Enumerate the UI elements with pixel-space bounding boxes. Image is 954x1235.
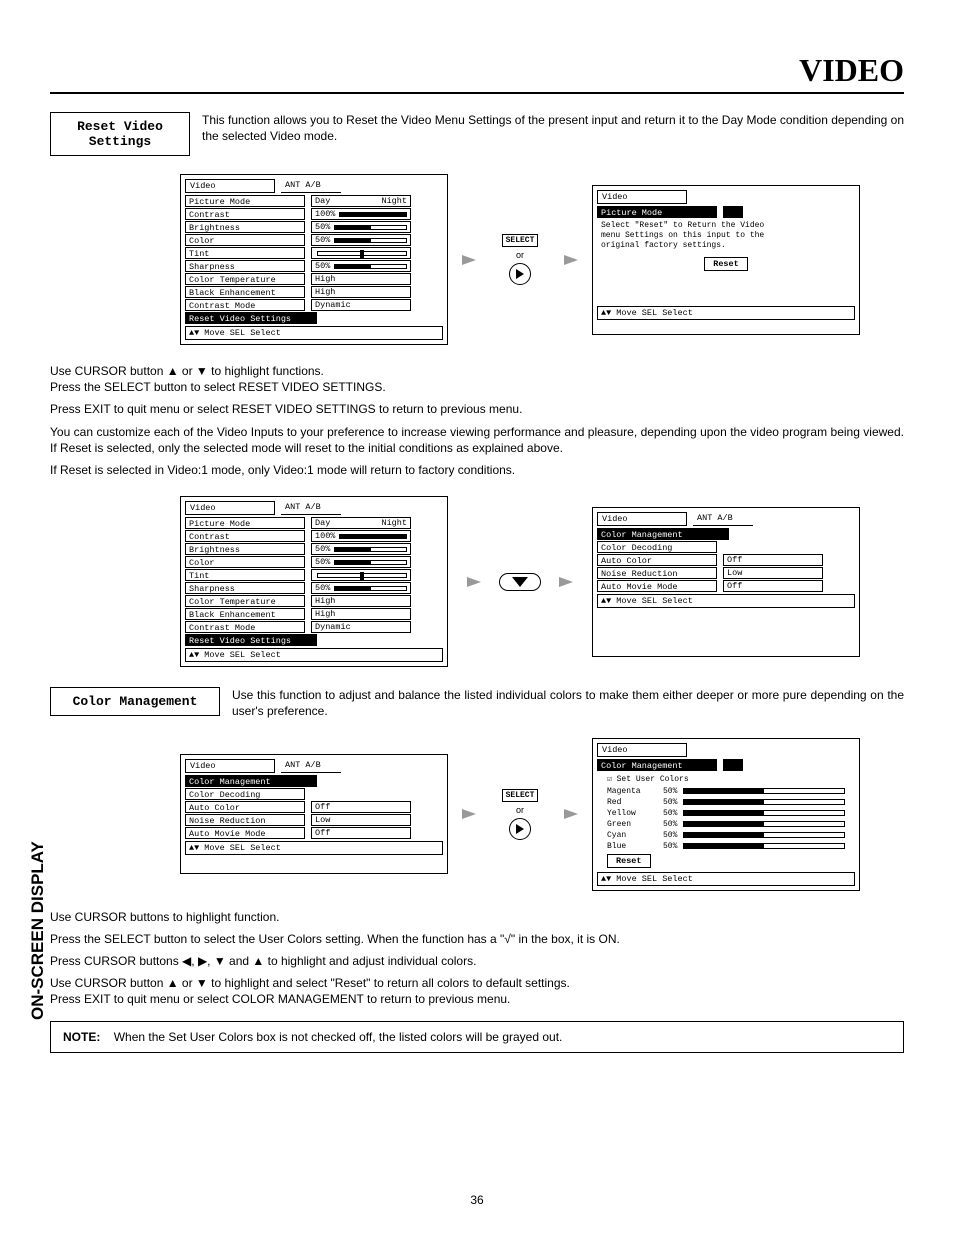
brightness: Brightness bbox=[185, 221, 305, 233]
cursor-right-icon bbox=[509, 263, 531, 285]
osd-ant: ANT A/B bbox=[693, 512, 753, 526]
para: If Reset is selected in Video:1 mode, on… bbox=[50, 462, 904, 478]
cursor-right-icon bbox=[509, 818, 531, 840]
note-text: When the Set User Colors box is not chec… bbox=[114, 1030, 563, 1044]
reset-colors-button: Reset bbox=[607, 854, 651, 868]
arrow-right-icon bbox=[559, 577, 573, 587]
para: You can customize each of the Video Inpu… bbox=[50, 424, 904, 456]
osd-color-mgmt-panel: Video ANT A/B Color Management Color Dec… bbox=[592, 507, 860, 657]
reset-button: Reset bbox=[704, 257, 748, 271]
osd-reset-panel: Video Picture Mode Select "Reset" to Ret… bbox=[592, 185, 860, 335]
color-mgmt-desc: Use this function to adjust and balance … bbox=[232, 687, 904, 719]
para: Use CURSOR button ▲ or ▼ to highlight fu… bbox=[50, 363, 904, 395]
osd-row-3: Video ANT A/B Color Management Color Dec… bbox=[180, 738, 860, 891]
osd-video-menu-1: Video ANT A/B Picture ModeDayNight Contr… bbox=[180, 174, 448, 345]
down-control bbox=[500, 573, 540, 591]
reset-video-section: Reset Video Settings This function allow… bbox=[50, 112, 904, 156]
reset-video-settings-item: Reset Video Settings bbox=[185, 312, 317, 324]
picture-mode: Picture Mode bbox=[185, 195, 305, 207]
osd-foot: ▲▼ Move SEL Select bbox=[185, 326, 443, 340]
osd-title: Video bbox=[185, 179, 275, 193]
arrow-right-icon bbox=[462, 255, 476, 265]
osd-ant: ANT A/B bbox=[281, 179, 341, 193]
para: Press EXIT to quit menu or select RESET … bbox=[50, 401, 904, 417]
osd-foot: ▲▼ Move SEL Select bbox=[597, 306, 855, 320]
arrow-right-icon bbox=[462, 809, 476, 819]
color-mgmt-item: Color Management bbox=[597, 528, 729, 540]
page-number: 36 bbox=[0, 1193, 954, 1207]
contrast-mode: Contrast Mode bbox=[185, 299, 305, 311]
divider-top bbox=[50, 92, 904, 94]
osd-ant: ANT A/B bbox=[281, 501, 341, 515]
select-control-2: SELECT or bbox=[490, 789, 550, 840]
sharpness: Sharpness bbox=[185, 260, 305, 272]
tint: Tint bbox=[185, 247, 305, 259]
black-enh: Black Enhancement bbox=[185, 286, 305, 298]
reset-video-desc: This function allows you to Reset the Vi… bbox=[202, 112, 904, 144]
osd-title: Video bbox=[597, 190, 687, 204]
osd-title: Video bbox=[597, 512, 687, 526]
contrast: Contrast bbox=[185, 208, 305, 220]
para: Press CURSOR buttons ◀, ▶, ▼ and ▲ to hi… bbox=[50, 953, 904, 969]
color-temp: Color Temperature bbox=[185, 273, 305, 285]
color-mgmt-heading: Color Management bbox=[50, 687, 220, 716]
select-button: SELECT bbox=[502, 234, 539, 247]
heading-l1: Reset Video bbox=[77, 119, 163, 134]
page-title: VIDEO bbox=[799, 52, 904, 89]
sidebar-label: ON-SCREEN DISPLAY bbox=[28, 820, 50, 1020]
set-user-colors: ☑ Set User Colors bbox=[597, 772, 855, 786]
arrow-right-icon bbox=[564, 255, 578, 265]
select-control: SELECT or bbox=[490, 234, 550, 285]
reset-video-heading: Reset Video Settings bbox=[50, 112, 190, 156]
para: Press the SELECT button to select the Us… bbox=[50, 931, 904, 947]
note-label: NOTE: bbox=[63, 1030, 100, 1044]
cursor-down-icon bbox=[512, 577, 528, 587]
color-mgmt-section: Color Management Use this function to ad… bbox=[50, 687, 904, 719]
para: Use CURSOR button ▲ or ▼ to highlight an… bbox=[50, 975, 904, 1007]
osd-row-1: Video ANT A/B Picture ModeDayNight Contr… bbox=[180, 174, 860, 345]
picture-mode-hi: Picture Mode bbox=[597, 206, 717, 218]
color: Color bbox=[185, 234, 305, 246]
osd-video-menu-2: Video ANT A/B Picture ModeDayNight Contr… bbox=[180, 496, 448, 667]
reset-msg: Select "Reset" to Return the Video menu … bbox=[597, 219, 855, 254]
arrow-right-icon bbox=[467, 577, 481, 587]
arrow-right-icon bbox=[564, 809, 578, 819]
osd-color-mgmt-panel-2: Video ANT A/B Color Management Color Dec… bbox=[180, 754, 448, 874]
osd-color-detail-panel: Video Color Management ☑ Set User Colors… bbox=[592, 738, 860, 891]
osd-row-2: Video ANT A/B Picture ModeDayNight Contr… bbox=[180, 496, 860, 667]
select-button: SELECT bbox=[502, 789, 539, 802]
heading-l2: Settings bbox=[89, 134, 151, 149]
note-box: NOTE: When the Set User Colors box is no… bbox=[50, 1021, 904, 1053]
osd-title: Video bbox=[185, 501, 275, 515]
para: Use CURSOR buttons to highlight function… bbox=[50, 909, 904, 925]
